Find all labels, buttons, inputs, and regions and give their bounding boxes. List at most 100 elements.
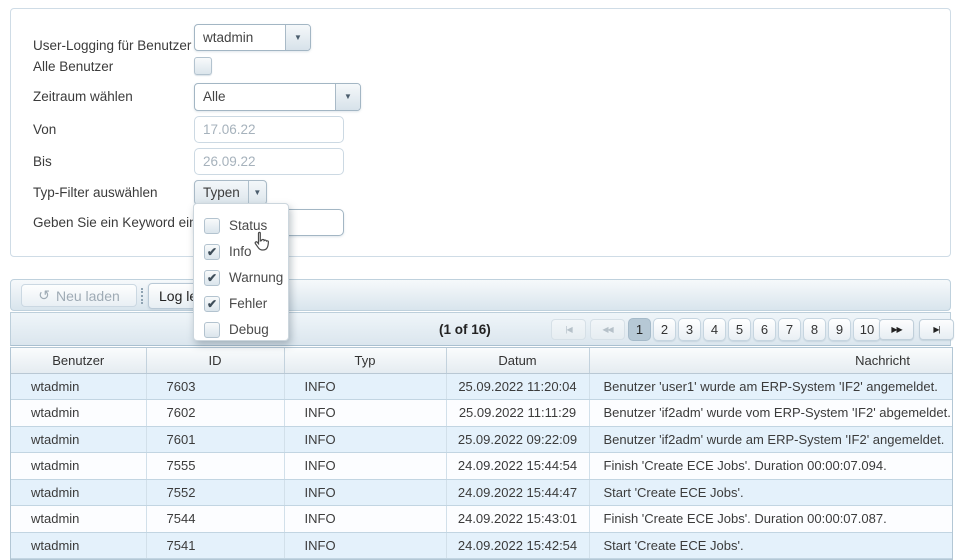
multiselect-option-debug[interactable]: Debug: [204, 317, 288, 342]
page-button-7[interactable]: 7: [778, 318, 801, 341]
dropdown-trigger[interactable]: ▼: [335, 84, 360, 110]
all-users-label: Alle Benutzer: [33, 58, 113, 76]
typ-filter-button[interactable]: Typen ▼: [194, 180, 267, 205]
table-row[interactable]: wtadmin 7552 INFO 24.09.2022 15:44:47 St…: [11, 479, 952, 506]
cell-typ: INFO: [284, 373, 446, 400]
checkbox-checked[interactable]: [204, 270, 220, 286]
cell-benutzer: wtadmin: [11, 479, 146, 506]
cell-benutzer: wtadmin: [11, 373, 146, 400]
von-label: Von: [33, 116, 56, 143]
checkbox-unchecked[interactable]: [204, 218, 220, 234]
user-select[interactable]: wtadmin ▼: [194, 24, 311, 51]
typ-filter-button-label: Typen: [195, 181, 248, 204]
period-select-label: Zeitraum wählen: [33, 83, 133, 111]
first-page-button[interactable]: |◀: [551, 319, 586, 340]
checkbox-checked[interactable]: [204, 244, 220, 260]
page-button-10[interactable]: 10: [853, 318, 881, 341]
cell-typ: INFO: [284, 532, 446, 559]
page-button-3[interactable]: 3: [678, 318, 701, 341]
filter-form-panel: User-Logging für Benutzer wtadmin ▼ Alle…: [10, 8, 951, 257]
page-button-5[interactable]: 5: [728, 318, 751, 341]
period-select[interactable]: Alle ▼: [194, 83, 361, 111]
page-button-8[interactable]: 8: [803, 318, 826, 341]
chevron-down-icon: ▼: [344, 93, 352, 101]
cell-datum: 24.09.2022 15:42:54: [446, 532, 589, 559]
cell-benutzer: wtadmin: [11, 426, 146, 453]
cell-id: 7603: [146, 373, 284, 400]
reload-button[interactable]: ↺ Neu laden: [21, 284, 137, 307]
cell-benutzer: wtadmin: [11, 453, 146, 480]
cell-benutzer: wtadmin: [11, 400, 146, 427]
cell-datum: 24.09.2022 15:43:01: [446, 506, 589, 533]
cell-datum: 25.09.2022 11:20:04: [446, 373, 589, 400]
table-row[interactable]: wtadmin 7544 INFO 24.09.2022 15:43:01 Fi…: [11, 506, 952, 533]
chevron-down-icon: ▼: [248, 181, 266, 204]
page-button-2[interactable]: 2: [653, 318, 676, 341]
all-users-checkbox[interactable]: [194, 57, 212, 75]
cell-datum: 24.09.2022 15:44:54: [446, 453, 589, 480]
page-button-4[interactable]: 4: [703, 318, 726, 341]
cell-id: 7541: [146, 532, 284, 559]
period-select-value: Alle: [195, 84, 335, 110]
page-button-1[interactable]: 1: [628, 318, 651, 341]
cell-nachricht: Start 'Create ECE Jobs'.: [589, 479, 952, 506]
cell-id: 7601: [146, 426, 284, 453]
refresh-icon: ↺: [38, 287, 50, 304]
cell-datum: 25.09.2022 11:11:29: [446, 400, 589, 427]
chevron-down-icon: ▼: [294, 34, 302, 42]
cell-typ: INFO: [284, 453, 446, 480]
user-select-value: wtadmin: [195, 25, 285, 50]
table-row[interactable]: wtadmin 7601 INFO 25.09.2022 09:22:09 Be…: [11, 426, 952, 453]
cell-benutzer: wtadmin: [11, 506, 146, 533]
cell-typ: INFO: [284, 479, 446, 506]
cell-nachricht: Benutzer 'if2adm' wurde am ERP-System 'I…: [589, 426, 952, 453]
last-page-button[interactable]: ▶|: [919, 319, 954, 340]
cell-datum: 24.09.2022 15:44:47: [446, 479, 589, 506]
page-button-6[interactable]: 6: [753, 318, 776, 341]
prev-page-button[interactable]: ◀◀: [590, 319, 625, 340]
cell-nachricht: Start 'Create ECE Jobs'.: [589, 532, 952, 559]
option-label: Warnung: [229, 270, 283, 285]
table-row[interactable]: wtadmin 7541 INFO 24.09.2022 15:42:54 St…: [11, 532, 952, 559]
table-row[interactable]: wtadmin 7602 INFO 25.09.2022 11:11:29 Be…: [11, 400, 952, 427]
cell-typ: INFO: [284, 400, 446, 427]
cell-nachricht: Finish 'Create ECE Jobs'. Duration 00:00…: [589, 506, 952, 533]
next-page-button[interactable]: ▶▶: [879, 319, 914, 340]
multiselect-option-fehler[interactable]: Fehler: [204, 291, 288, 316]
cell-id: 7552: [146, 479, 284, 506]
cell-benutzer: wtadmin: [11, 532, 146, 559]
cell-id: 7544: [146, 506, 284, 533]
bis-input[interactable]: [194, 148, 344, 175]
cell-id: 7602: [146, 400, 284, 427]
checkbox-unchecked[interactable]: [204, 322, 220, 338]
dropdown-trigger[interactable]: ▼: [285, 25, 310, 50]
reload-button-label: Neu laden: [56, 288, 120, 304]
cell-typ: INFO: [284, 506, 446, 533]
typ-filter-dropdown-panel: Status Info Warnung Fehler Debug: [193, 203, 289, 341]
von-input[interactable]: [194, 116, 344, 143]
paginator: (1 of 16) |◀ ◀◀ 1 2 3 4 5 6 7 8 9 10 ▶▶ …: [10, 312, 951, 346]
multiselect-option-warnung[interactable]: Warnung: [204, 265, 288, 290]
cell-typ: INFO: [284, 426, 446, 453]
checkbox-checked[interactable]: [204, 296, 220, 312]
hand-cursor-icon: [250, 230, 274, 254]
column-header-datum[interactable]: Datum: [446, 348, 589, 373]
typ-filter-label: Typ-Filter auswählen: [33, 180, 158, 205]
cell-datum: 25.09.2022 09:22:09: [446, 426, 589, 453]
column-header-nachricht[interactable]: Nachricht: [589, 348, 952, 373]
table-row[interactable]: wtadmin 7555 INFO 24.09.2022 15:44:54 Fi…: [11, 453, 952, 480]
option-label: Info: [229, 244, 252, 259]
paginator-status: (1 of 16): [439, 313, 491, 346]
bis-label: Bis: [33, 148, 52, 175]
cell-nachricht: Benutzer 'user1' wurde am ERP-System 'IF…: [589, 373, 952, 400]
column-header-id[interactable]: ID: [146, 348, 284, 373]
column-header-benutzer[interactable]: Benutzer: [11, 348, 146, 373]
column-header-typ[interactable]: Typ: [284, 348, 446, 373]
multiselect-option-info[interactable]: Info: [204, 239, 288, 264]
page-button-9[interactable]: 9: [828, 318, 851, 341]
log-table: Benutzer ID Typ Datum Nachricht wtadmin …: [10, 347, 953, 560]
cell-id: 7555: [146, 453, 284, 480]
multiselect-option-status[interactable]: Status: [204, 213, 288, 238]
table-row[interactable]: wtadmin 7603 INFO 25.09.2022 11:20:04 Be…: [11, 373, 952, 400]
option-label: Fehler: [229, 296, 267, 311]
